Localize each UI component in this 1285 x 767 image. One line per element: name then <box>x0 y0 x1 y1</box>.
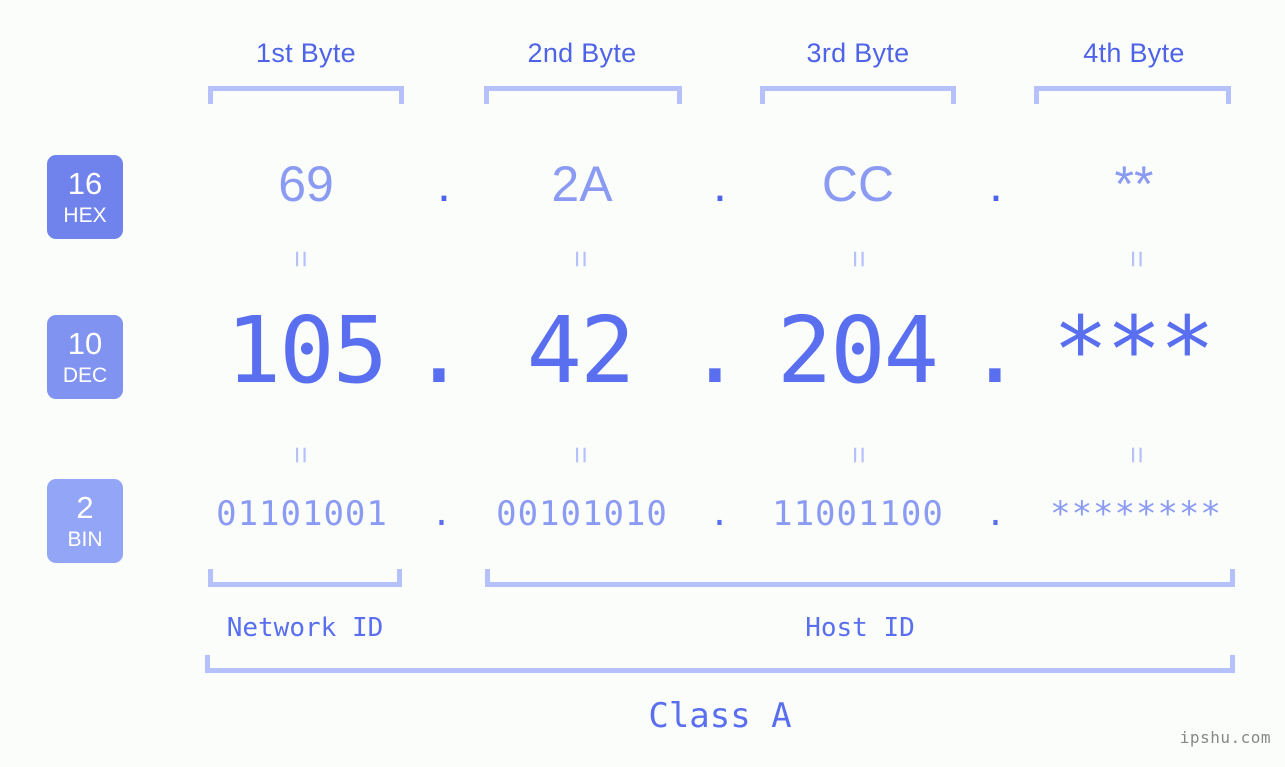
equals-connector-1-4: = <box>1120 250 1153 268</box>
host-id-bracket <box>485 569 1235 587</box>
hex-byte-1: 69 <box>278 156 334 212</box>
hex-separator-2: . <box>713 156 727 212</box>
class-label: Class A <box>648 696 792 736</box>
base-badge-dec-abbr: DEC <box>62 364 108 387</box>
hex-byte-3: CC <box>821 156 895 212</box>
network-id-label: Network ID <box>226 613 384 643</box>
byte-bracket-1 <box>208 86 404 104</box>
byte-header-4: 4th Byte <box>1083 38 1185 68</box>
dec-separator-3: . <box>967 297 1022 404</box>
host-id-label: Host ID <box>805 613 915 643</box>
class-bracket <box>205 655 1235 673</box>
hex-byte-2: 2A <box>551 156 613 212</box>
hex-separator-3: . <box>989 156 1003 212</box>
network-id-bracket <box>208 569 402 587</box>
byte-bracket-4 <box>1034 86 1231 104</box>
base-badge-hex: 16 HEX <box>47 155 123 239</box>
bin-separator-3: . <box>985 494 1007 534</box>
watermark: ipshu.com <box>1179 728 1271 747</box>
byte-bracket-3 <box>760 86 956 104</box>
bin-byte-2: 00101010 <box>496 494 668 534</box>
base-badge-dec: 10 DEC <box>47 315 123 399</box>
bin-separator-1: . <box>431 494 453 534</box>
equals-connector-2-3: = <box>842 446 875 464</box>
base-badge-hex-abbr: HEX <box>63 204 107 227</box>
equals-connector-2-1: = <box>284 446 317 464</box>
base-badge-hex-number: 16 <box>67 166 103 201</box>
bin-byte-3: 11001100 <box>772 494 944 534</box>
base-badge-dec-number: 10 <box>67 326 103 361</box>
ip-address-breakdown-diagram: 1st Byte 2nd Byte 3rd Byte 4th Byte 16 H… <box>0 0 1285 767</box>
equals-connector-1-1: = <box>284 250 317 268</box>
dec-byte-1: 105 <box>225 297 388 404</box>
byte-bracket-2 <box>484 86 682 104</box>
dec-separator-2: . <box>687 297 742 404</box>
base-badge-bin-number: 2 <box>76 490 94 525</box>
dec-byte-2: 42 <box>526 297 636 404</box>
base-badge-bin: 2 BIN <box>47 479 123 563</box>
base-badge-bin-abbr: BIN <box>67 528 103 551</box>
hex-separator-1: . <box>437 156 451 212</box>
dec-byte-3: 204 <box>776 297 939 404</box>
byte-header-1: 1st Byte <box>256 38 356 68</box>
hex-byte-4: ** <box>1114 156 1154 212</box>
bin-byte-1: 01101001 <box>216 494 388 534</box>
byte-header-2: 2nd Byte <box>527 38 637 68</box>
equals-connector-2-2: = <box>564 446 597 464</box>
bin-byte-4: ******** <box>1050 494 1222 534</box>
dec-byte-4: *** <box>1052 297 1215 404</box>
equals-connector-1-3: = <box>842 250 875 268</box>
byte-header-3: 3rd Byte <box>806 38 910 68</box>
bin-separator-2: . <box>709 494 731 534</box>
dec-separator-1: . <box>411 297 466 404</box>
equals-connector-1-2: = <box>564 250 597 268</box>
equals-connector-2-4: = <box>1120 446 1153 464</box>
